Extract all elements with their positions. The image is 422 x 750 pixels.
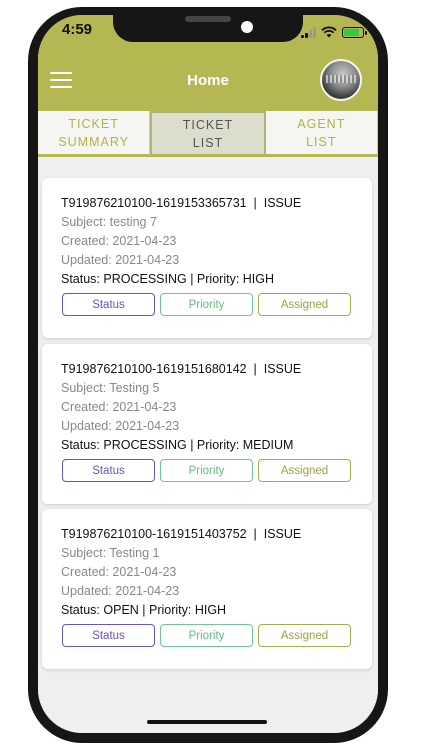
ticket-card[interactable]: T919876210100-1619151680142 | ISSUE Subj… [42, 344, 372, 504]
avatar[interactable] [320, 59, 362, 101]
ticket-created: Created: 2021-04-23 [61, 234, 177, 248]
ticket-updated: Updated: 2021-04-23 [61, 253, 180, 267]
priority-button[interactable]: Priority [160, 624, 253, 647]
status-time: 4:59 [62, 21, 93, 38]
ticket-created: Created: 2021-04-23 [61, 565, 177, 579]
battery-icon [342, 26, 367, 38]
status-button[interactable]: Status [62, 624, 155, 647]
tab-ticket-list[interactable]: TICKET LIST [150, 111, 266, 157]
tab-agent-list[interactable]: AGENT LIST [265, 111, 378, 157]
signal-icon [301, 26, 316, 38]
ticket-updated: Updated: 2021-04-23 [61, 584, 180, 598]
notch [113, 15, 303, 42]
tab-label-line1: AGENT [297, 116, 346, 131]
ticket-status-line: Status: PROCESSING | Priority: MEDIUM [61, 438, 294, 452]
ticket-id: T919876210100-1619151403752 | ISSUE [61, 527, 302, 541]
priority-button[interactable]: Priority [160, 293, 253, 316]
status-button[interactable]: Status [62, 293, 155, 316]
ticket-type: ISSUE [263, 362, 302, 376]
status-bar: 4:59 [38, 15, 378, 55]
ticket-status-line: Status: OPEN | Priority: HIGH [61, 603, 227, 617]
ticket-created: Created: 2021-04-23 [61, 400, 177, 414]
ticket-subject: Subject: Testing 5 [61, 381, 160, 395]
ticket-id: T919876210100-1619153365731 | ISSUE [61, 196, 302, 210]
ticket-type: ISSUE [263, 196, 302, 210]
front-camera [241, 21, 253, 33]
tab-label-line1: TICKET [68, 116, 119, 131]
wifi-icon [321, 26, 337, 38]
speaker-grille [185, 16, 231, 22]
tab-label-line2: LIST [192, 135, 224, 150]
ticket-id: T919876210100-1619151680142 | ISSUE [61, 362, 302, 376]
ticket-type: ISSUE [263, 527, 302, 541]
ticket-subject: Subject: testing 7 [61, 215, 157, 229]
tab-ticket-summary[interactable]: TICKET SUMMARY [38, 111, 151, 157]
priority-button[interactable]: Priority [160, 459, 253, 482]
tab-bar: TICKET SUMMARY TICKET LIST AGENT LIST [38, 111, 378, 157]
assigned-button[interactable]: Assigned [258, 624, 351, 647]
tab-label-line1: TICKET [182, 117, 234, 132]
app-bar: Home [38, 55, 378, 111]
app-screen: 4:59 Home TICKET SUMMARY TICKET LIST AGE… [38, 15, 378, 733]
ticket-card[interactable]: T919876210100-1619153365731 | ISSUE Subj… [42, 178, 372, 338]
assigned-button[interactable]: Assigned [258, 293, 351, 316]
ticket-status-line: Status: PROCESSING | Priority: HIGH [61, 272, 275, 286]
ticket-card[interactable]: T919876210100-1619151403752 | ISSUE Subj… [42, 509, 372, 669]
ticket-subject: Subject: Testing 1 [61, 546, 160, 560]
ticket-list: T919876210100-1619153365731 | ISSUE Subj… [38, 157, 378, 733]
home-indicator[interactable] [147, 720, 267, 724]
tab-label-line2: LIST [306, 134, 337, 149]
tab-label-line2: SUMMARY [58, 134, 129, 149]
assigned-button[interactable]: Assigned [258, 459, 351, 482]
system-icons [301, 25, 367, 39]
status-button[interactable]: Status [62, 459, 155, 482]
ticket-updated: Updated: 2021-04-23 [61, 419, 180, 433]
